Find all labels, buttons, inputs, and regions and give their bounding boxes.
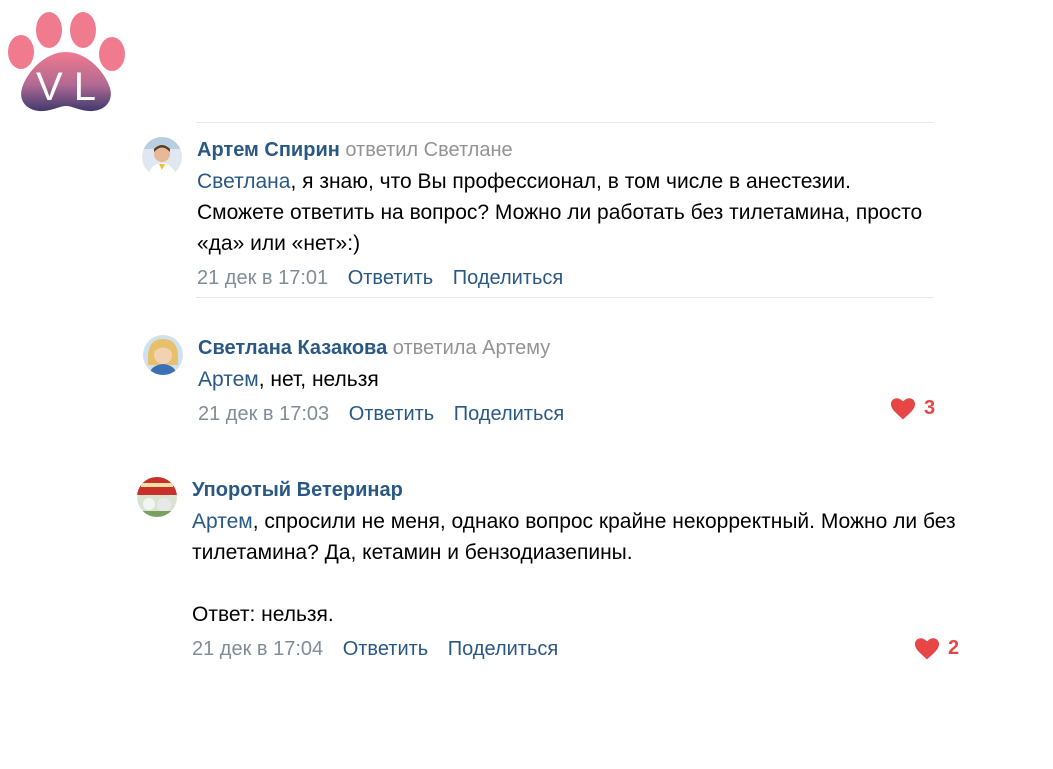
comment-meta: 21 дек в 17:04 Ответить Поделиться	[192, 636, 967, 662]
reply-button[interactable]: Ответить	[343, 638, 429, 660]
comment-meta: 21 дек в 17:03 Ответить Поделиться	[198, 401, 943, 427]
comment-text: Артем, нет, нельзя	[198, 364, 943, 395]
paragraph-break	[192, 568, 967, 599]
heart-icon	[914, 637, 940, 659]
reply-note: ответила Артему	[392, 337, 551, 359]
avatar[interactable]	[142, 137, 182, 177]
share-button[interactable]: Поделиться	[448, 638, 558, 660]
comment-header: Светлана Казакова ответила Артему	[198, 335, 943, 361]
page: V L Артем Спирин ответил Светлане Светла…	[0, 0, 1053, 769]
share-button[interactable]: Поделиться	[454, 403, 564, 425]
like-button[interactable]: 2	[914, 637, 959, 660]
divider	[196, 297, 933, 298]
comment-text-content: , спросили не меня, однако вопрос крайне…	[192, 510, 956, 564]
reply-button[interactable]: Ответить	[349, 403, 435, 425]
comment-date[interactable]: 21 дек в 17:01	[197, 267, 328, 289]
comment-meta: 21 дек в 17:01 Ответить Поделиться	[197, 265, 942, 291]
comment-header: Упоротый Ветеринар	[192, 477, 967, 503]
comment-text: Светлана, я знаю, что Вы профессионал, в…	[197, 166, 942, 259]
reply-button[interactable]: Ответить	[348, 267, 434, 289]
divider	[196, 122, 933, 123]
comment-date[interactable]: 21 дек в 17:04	[192, 638, 323, 660]
comment-header: Артем Спирин ответил Светлане	[197, 137, 942, 163]
paw-vl-logo: V L	[8, 12, 125, 112]
avatar[interactable]	[137, 477, 177, 517]
comment-text-content: , нет, нельзя	[258, 368, 379, 391]
mention-link[interactable]: Артем	[198, 368, 259, 391]
share-button[interactable]: Поделиться	[453, 267, 563, 289]
author-name[interactable]: Упоротый Ветеринар	[192, 479, 403, 501]
like-count: 3	[924, 397, 936, 419]
heart-icon	[890, 397, 916, 419]
reply-note: ответил Светлане	[345, 139, 513, 161]
mention-link[interactable]: Светлана	[197, 170, 290, 193]
svg-text:V L: V L	[36, 65, 96, 109]
mention-link[interactable]: Артем	[192, 510, 253, 533]
comment-body: Упоротый Ветеринар Артем, спросили не ме…	[192, 477, 967, 662]
avatar[interactable]	[143, 335, 183, 375]
comment-text-paragraph: Ответ: нельзя.	[192, 603, 334, 626]
comment-text-content: , я знаю, что Вы профессионал, в том чис…	[197, 170, 923, 255]
comment-date[interactable]: 21 дек в 17:03	[198, 403, 329, 425]
comment-body: Светлана Казакова ответила Артему Артем,…	[198, 335, 943, 427]
comment-body: Артем Спирин ответил Светлане Светлана, …	[197, 137, 942, 291]
comment-text: Артем, спросили не меня, однако вопрос к…	[192, 506, 967, 630]
like-count: 2	[948, 637, 960, 659]
author-name[interactable]: Артем Спирин	[197, 139, 340, 161]
author-name[interactable]: Светлана Казакова	[198, 337, 387, 359]
like-button[interactable]: 3	[890, 397, 935, 420]
